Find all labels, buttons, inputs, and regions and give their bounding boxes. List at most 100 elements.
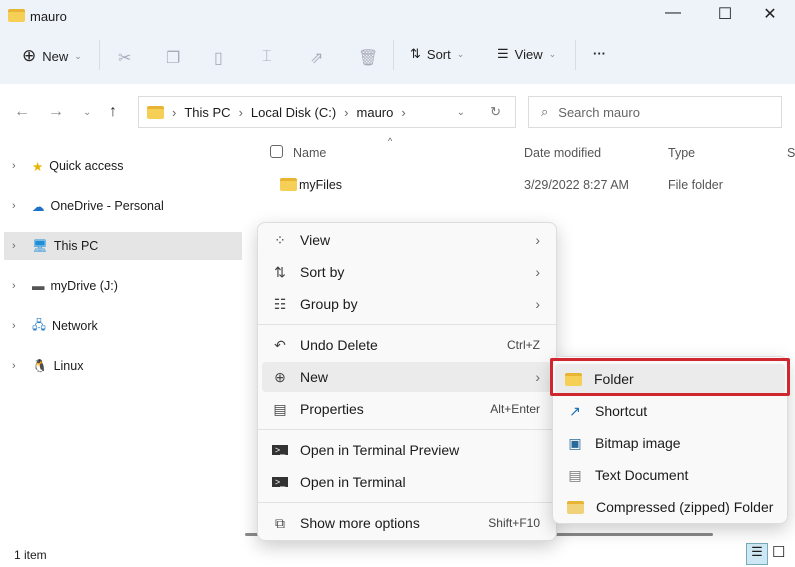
chevron-down-icon: ⌄ (456, 48, 465, 59)
search-icon: ⌕ (541, 104, 549, 119)
menu-item-properties[interactable]: ▤ Properties Alt+Enter (262, 394, 552, 424)
menu-item-new[interactable]: ⊕ New › (262, 362, 552, 392)
up-icon[interactable]: ↑ (109, 103, 117, 121)
shortcut-icon: ↗ (569, 402, 581, 419)
chevron-right-icon: › (535, 232, 540, 248)
rename-icon[interactable]: ⌶ (262, 48, 272, 66)
group-icon: ☷ (273, 295, 287, 312)
forward-icon[interactable]: → (48, 103, 64, 121)
terminal-icon: >_ (272, 477, 288, 487)
sidebar-item-mydrive[interactable]: › ▬ myDrive (J:) (4, 272, 242, 300)
sidebar-item-network[interactable]: › 🖧 Network (4, 312, 242, 340)
submenu-item-shortcut[interactable]: ↗ Shortcut (557, 396, 783, 426)
file-name: myFiles (299, 178, 343, 192)
cut-icon[interactable]: ✂ (118, 48, 131, 68)
window-title: mauro (30, 9, 67, 24)
submenu-item-text-document[interactable]: ▤ Text Document (557, 460, 783, 490)
recent-icon[interactable]: ⌄ (83, 107, 91, 118)
properties-icon: ▤ (273, 400, 287, 417)
column-name[interactable]: Name (293, 146, 326, 160)
sort-button[interactable]: ⇅ Sort ⌄ (410, 46, 464, 62)
menu-item-view[interactable]: ⁘ View › (262, 225, 552, 255)
submenu-item-zip-folder[interactable]: Compressed (zipped) Folder (557, 492, 783, 522)
chevron-right-icon: › (401, 104, 406, 120)
network-icon: 🖧 (32, 317, 46, 332)
select-all-checkbox[interactable] (270, 145, 283, 158)
breadcrumb-mauro[interactable]: mauro (357, 105, 394, 120)
chevron-right-icon: › (535, 264, 540, 280)
chevron-right-icon: › (12, 240, 16, 252)
details-view-icon[interactable]: ☰ (746, 543, 768, 565)
menu-item-terminal-preview[interactable]: >_ Open in Terminal Preview (262, 435, 552, 465)
sort-icon: ⇅ (274, 263, 286, 280)
chevron-right-icon: › (344, 104, 349, 120)
computer-icon: 🖥 (32, 238, 48, 253)
divider (393, 40, 394, 70)
folder-icon (280, 178, 297, 191)
menu-item-show-more[interactable]: ⧉ Show more options Shift+F10 (262, 508, 552, 538)
chevron-right-icon: › (12, 320, 16, 332)
sidebar-item-onedrive[interactable]: › ☁ OneDrive - Personal (4, 192, 242, 220)
shortcut: Alt+Enter (490, 402, 540, 416)
file-row[interactable]: myFiles 3/29/2022 8:27 AM File folder (278, 177, 788, 195)
search-input[interactable]: ⌕ Search mauro (528, 96, 782, 128)
refresh-icon[interactable]: ↻ (490, 104, 501, 120)
sort-ascending-icon: ^ (388, 136, 393, 146)
breadcrumb-local-disk[interactable]: Local Disk (C:) (251, 105, 336, 120)
share-icon[interactable]: ⇗ (310, 48, 323, 68)
tiles-view-icon[interactable]: ☐ (772, 543, 785, 561)
undo-icon: ↶ (274, 336, 286, 353)
menu-item-group-by[interactable]: ☷ Group by › (262, 289, 552, 319)
view-icon: ☰ (497, 46, 509, 61)
star-icon: ★ (32, 159, 44, 174)
highlight-box (550, 358, 790, 396)
linux-icon: 🐧 (32, 358, 48, 373)
more-button[interactable]: ··· (593, 46, 606, 61)
file-type: File folder (668, 178, 723, 192)
sidebar-item-linux[interactable]: › 🐧 Linux (4, 352, 242, 380)
copy-icon[interactable]: ❐ (166, 48, 180, 68)
chevron-down-icon: ⌄ (74, 50, 82, 61)
column-date[interactable]: Date modified (524, 146, 601, 160)
chevron-right-icon: › (12, 360, 16, 372)
column-type[interactable]: Type (668, 146, 695, 160)
folder-icon (147, 105, 164, 119)
view-button[interactable]: ☰ View ⌄ (497, 46, 556, 62)
minimize-button[interactable]: — (658, 4, 688, 22)
menu-item-undo-delete[interactable]: ↶ Undo Delete Ctrl+Z (262, 330, 552, 360)
new-button[interactable]: ⊕ New ⌄ (22, 46, 82, 66)
menu-item-sort-by[interactable]: ⇅ Sort by › (262, 257, 552, 287)
divider (99, 40, 100, 70)
divider (258, 324, 556, 325)
menu-item-terminal[interactable]: >_ Open in Terminal (262, 467, 552, 497)
chevron-right-icon: › (535, 296, 540, 312)
divider (258, 502, 556, 503)
shortcut: Shift+F10 (488, 516, 540, 530)
chevron-down-icon: ⌄ (548, 48, 557, 59)
context-menu: ⁘ View › ⇅ Sort by › ☷ Group by › ↶ Undo Delete… (257, 222, 557, 541)
column-size[interactable]: S (787, 146, 795, 160)
chevron-right-icon: › (12, 200, 16, 212)
breadcrumb-this-pc[interactable]: This PC (184, 105, 230, 120)
grid-icon: ⁘ (274, 231, 286, 248)
document-icon: ▤ (568, 466, 582, 483)
sidebar-item-this-pc[interactable]: › 🖥 This PC (4, 232, 242, 260)
drive-icon: ▬ (32, 279, 45, 293)
chevron-right-icon: › (12, 280, 16, 292)
divider (575, 40, 576, 70)
submenu-item-bitmap[interactable]: ▣ Bitmap image (557, 428, 783, 458)
address-bar[interactable]: › This PC › Local Disk (C:) › mauro › ⌄ … (138, 96, 516, 128)
file-date: 3/29/2022 8:27 AM (524, 178, 629, 192)
maximize-button[interactable]: ☐ (710, 4, 740, 24)
delete-icon[interactable]: 🗑 (358, 48, 378, 68)
status-item-count: 1 item (14, 548, 47, 562)
cloud-icon: ☁ (32, 199, 45, 214)
show-more-icon: ⧉ (275, 514, 285, 531)
sidebar-item-quick-access[interactable]: › ★ Quick access (4, 152, 242, 180)
close-button[interactable]: ✕ (755, 4, 785, 24)
back-icon[interactable]: ← (14, 103, 30, 121)
paste-icon[interactable]: ▯ (214, 48, 223, 68)
dropdown-icon[interactable]: ⌄ (457, 107, 465, 118)
sort-icon: ⇅ (410, 46, 421, 61)
chevron-right-icon: › (535, 369, 540, 385)
